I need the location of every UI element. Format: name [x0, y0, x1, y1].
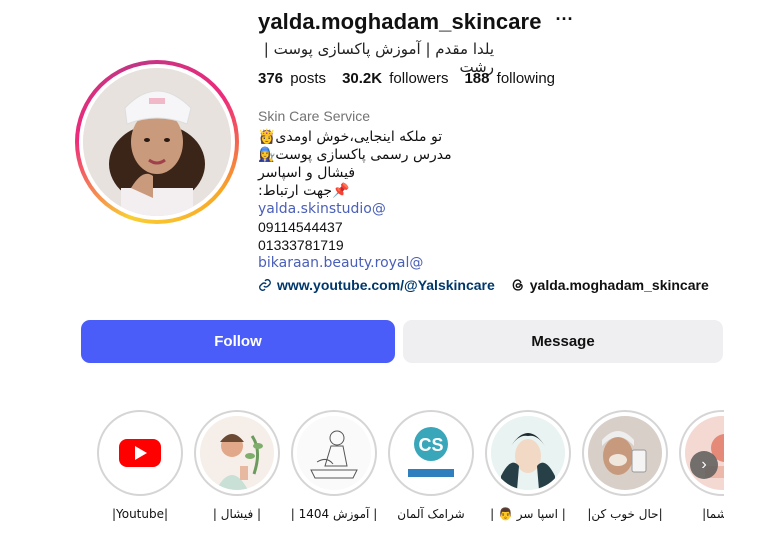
- category-label: Skin Care Service: [258, 108, 371, 124]
- highlight-item[interactable]: CS شرامک آلمان: [383, 410, 479, 521]
- bio-line: تو ملکه اینجایی،خوش اومدی👸: [258, 129, 443, 145]
- schrammek-logo: CS: [394, 416, 468, 490]
- posts-count[interactable]: 376 posts: [258, 70, 326, 87]
- bio: تو ملکه اینجایی،خوش اومدی👸 مدرس رسمی پاک…: [258, 128, 458, 272]
- svg-text:CS: CS: [418, 435, 443, 455]
- bio-mention[interactable]: bikaraan.beauty.royal@: [258, 254, 458, 272]
- bio-line: فیشال و اسپاسر: [258, 165, 356, 181]
- sketch-illustration: [297, 416, 371, 490]
- highlight-item[interactable]: |Youtube|: [92, 410, 188, 521]
- chevron-right-icon[interactable]: ›: [690, 451, 718, 479]
- highlight-item[interactable]: |حال خوب کن|: [577, 410, 673, 521]
- followers-count[interactable]: 30.2K followers: [342, 70, 448, 87]
- link-icon: [259, 279, 271, 291]
- threads-icon: [512, 279, 523, 291]
- follow-button[interactable]: Follow: [81, 320, 395, 363]
- bio-phone: 01333781719: [258, 237, 344, 253]
- spa-illustration: [491, 416, 565, 490]
- highlight-item[interactable]: | آموزش 1404 |: [286, 410, 382, 521]
- facial-illustration: [200, 416, 274, 490]
- avatar-photo: [83, 68, 231, 216]
- youtube-icon: [103, 416, 177, 490]
- external-link[interactable]: www.youtube.com/@Yalskincare: [258, 277, 495, 293]
- username: yalda.moghadam_skincare: [258, 9, 542, 34]
- bio-line: 📌جهت ارتباط:: [258, 183, 350, 199]
- profile-stats: 376 posts 30.2K followers 188 following: [258, 70, 555, 87]
- highlight-item[interactable]: | اسپا سر 👨 |: [480, 410, 576, 521]
- photo-thumbnail: [588, 416, 662, 490]
- profile-avatar[interactable]: [75, 60, 239, 224]
- more-options-icon[interactable]: ···: [556, 10, 574, 28]
- bio-phone: 09114544437: [258, 219, 343, 235]
- following-count[interactable]: 188 following: [464, 70, 555, 87]
- bio-line: مدرس رسمی پاکسازی پوست👩‍🔧: [258, 147, 452, 163]
- bio-mention[interactable]: yalda.skinstudio@: [258, 200, 458, 218]
- story-highlights: |Youtube| | فیشال | | آموزش 1404 | CS شر…: [92, 410, 724, 537]
- highlight-item[interactable]: | فیشال |: [189, 410, 285, 521]
- message-button[interactable]: Message: [403, 320, 723, 363]
- threads-link[interactable]: yalda.moghadam_skincare: [511, 277, 709, 293]
